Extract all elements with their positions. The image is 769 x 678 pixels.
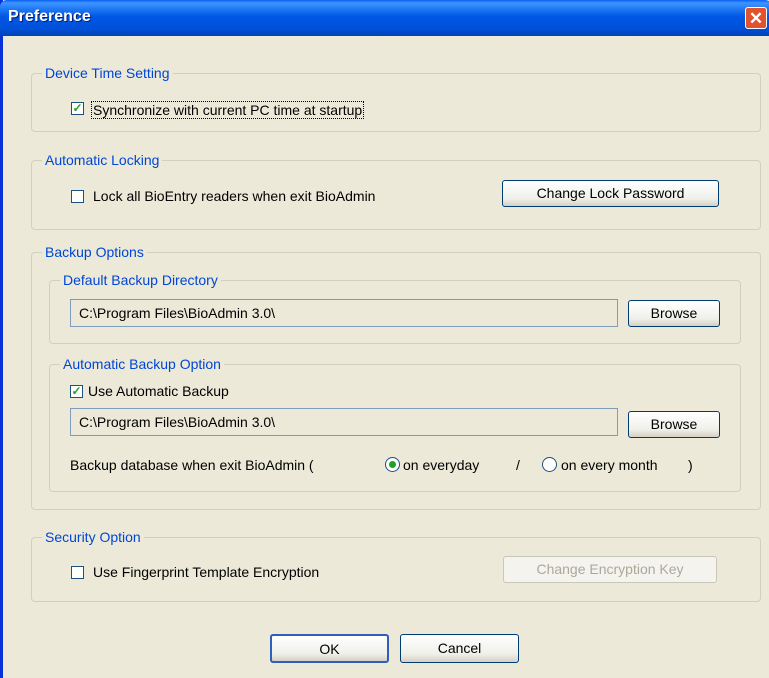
backup-options-group: Backup Options Default Backup Directory … [31,243,761,510]
backup-schedule-suffix: ) [688,457,693,473]
ok-button[interactable]: OK [270,634,389,663]
cancel-button[interactable]: Cancel [400,634,519,663]
sync-time-label[interactable]: Synchronize with current PC time at star… [91,101,365,119]
backup-schedule-prefix: Backup database when exit BioAdmin ( [70,457,314,473]
security-option-group: Security Option Use Fingerprint Template… [31,528,761,602]
auto-lock-group: Automatic Locking Lock all BioEntry read… [31,151,761,230]
lock-readers-checkbox[interactable] [71,190,84,203]
schedule-separator: / [516,457,520,473]
lock-readers-label[interactable]: Lock all BioEntry readers when exit BioA… [93,188,375,204]
device-time-group: Device Time Setting ✓ Synchronize with c… [31,64,761,132]
change-lock-password-button[interactable]: Change Lock Password [502,180,719,207]
radio-everyday-label[interactable]: on everyday [403,457,479,473]
auto-backup-group: Automatic Backup Option ✓ Use Automatic … [49,355,741,492]
close-icon[interactable]: ✕ [745,7,767,29]
auto-browse-button[interactable]: Browse [628,411,720,438]
device-time-legend: Device Time Setting [42,64,173,82]
use-auto-backup-label[interactable]: Use Automatic Backup [88,383,229,399]
encrypt-template-checkbox[interactable] [71,566,84,579]
auto-lock-legend: Automatic Locking [42,151,163,169]
default-browse-button[interactable]: Browse [628,300,720,327]
window-title: Preference [8,8,91,25]
default-backup-dir-group: Default Backup Directory C:\Program File… [49,271,741,344]
radio-every-month[interactable] [542,457,557,472]
encrypt-template-label[interactable]: Use Fingerprint Template Encryption [93,564,319,580]
radio-every-month-label[interactable]: on every month [561,457,658,473]
radio-everyday[interactable] [385,457,400,472]
change-encryption-key-button: Change Encryption Key [503,556,717,583]
preference-dialog: Preference ✕ Device Time Setting ✓ Synch… [0,0,769,678]
title-bar[interactable]: Preference ✕ [0,0,769,36]
auto-backup-path-field[interactable]: C:\Program Files\BioAdmin 3.0\ [70,408,618,436]
default-backup-path-field[interactable]: C:\Program Files\BioAdmin 3.0\ [70,299,618,327]
security-option-legend: Security Option [42,528,144,546]
backup-options-legend: Backup Options [42,243,147,261]
auto-backup-legend: Automatic Backup Option [60,355,224,373]
use-auto-backup-checkbox[interactable]: ✓ [70,385,83,398]
default-backup-dir-legend: Default Backup Directory [60,271,221,289]
sync-time-checkbox[interactable]: ✓ [71,102,84,115]
